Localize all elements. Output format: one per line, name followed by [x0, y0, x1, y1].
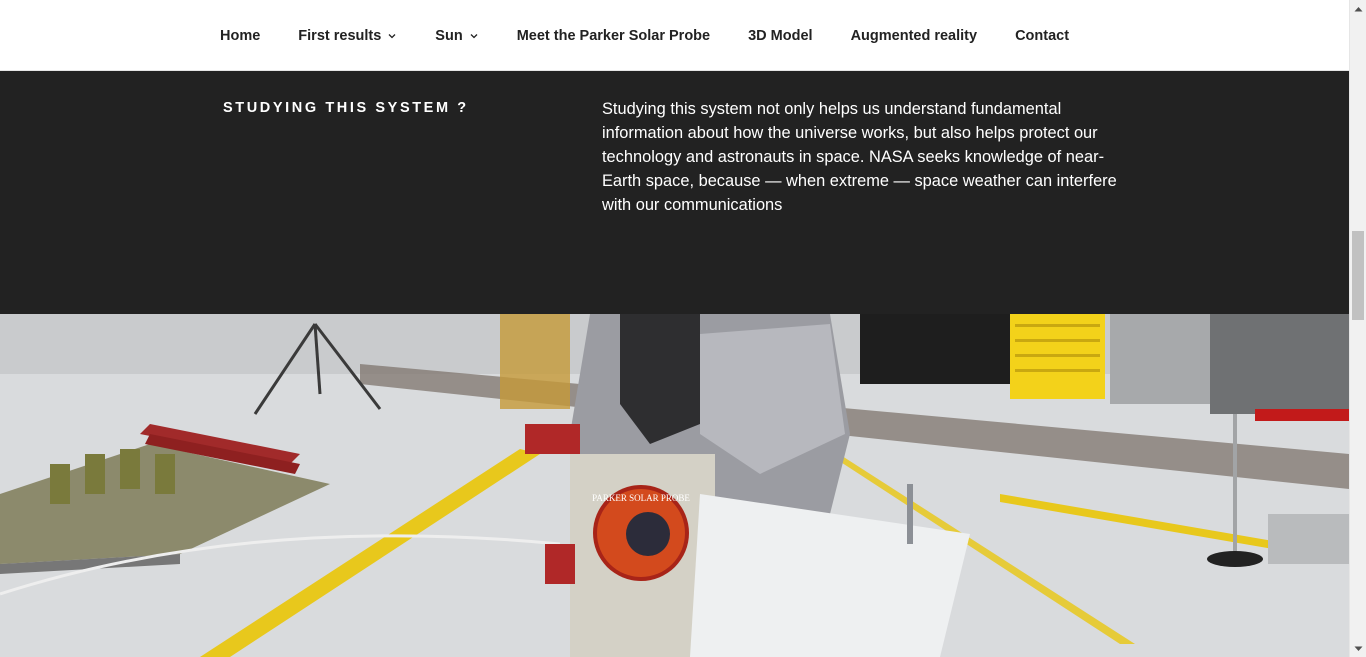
probe-badge-text: PARKER SOLAR PROBE: [592, 493, 690, 503]
nav-item-contact[interactable]: Contact: [996, 28, 1088, 44]
page: Home First results Sun Meet the Parker S…: [0, 0, 1349, 657]
studying-system-section: STUDYING THIS SYSTEM ? Studying this sys…: [0, 71, 1349, 314]
scrollbar-thumb[interactable]: [1352, 231, 1364, 320]
parker-solar-probe-photo: PARKER SOLAR PROBE: [0, 314, 1349, 657]
chevron-down-icon: [387, 31, 397, 41]
vertical-scrollbar[interactable]: [1349, 0, 1366, 657]
section-text: Studying this system not only helps us u…: [602, 100, 1117, 214]
nav-item-label: Sun: [435, 27, 463, 44]
nav-item-label: First results: [298, 27, 382, 44]
nav-item-label: Home: [220, 27, 261, 44]
nav-item-label: Meet the Parker Solar Probe: [516, 27, 711, 44]
nav-item-first-results[interactable]: First results: [279, 28, 416, 44]
arrow-up-icon[interactable]: [1350, 0, 1366, 17]
chevron-down-icon: [469, 31, 479, 41]
nav-item-label: Augmented reality: [850, 27, 978, 44]
nav-item-label: 3D Model: [748, 27, 813, 44]
lab-photo-illustration: PARKER SOLAR PROBE: [0, 314, 1349, 657]
nav-item-sun[interactable]: Sun: [416, 28, 497, 44]
nav-item-label: Contact: [1015, 27, 1070, 44]
arrow-down-icon[interactable]: [1350, 640, 1366, 657]
nav-item-home[interactable]: Home: [201, 28, 279, 44]
nav-item-meet-the-parker-solar-probe[interactable]: Meet the Parker Solar Probe: [498, 28, 729, 44]
section-title: STUDYING THIS SYSTEM ?: [223, 100, 469, 116]
main-navigation: Home First results Sun Meet the Parker S…: [0, 0, 1349, 71]
nav-item-augmented-reality[interactable]: Augmented reality: [832, 28, 997, 44]
nav-item-3d-model[interactable]: 3D Model: [729, 28, 831, 44]
